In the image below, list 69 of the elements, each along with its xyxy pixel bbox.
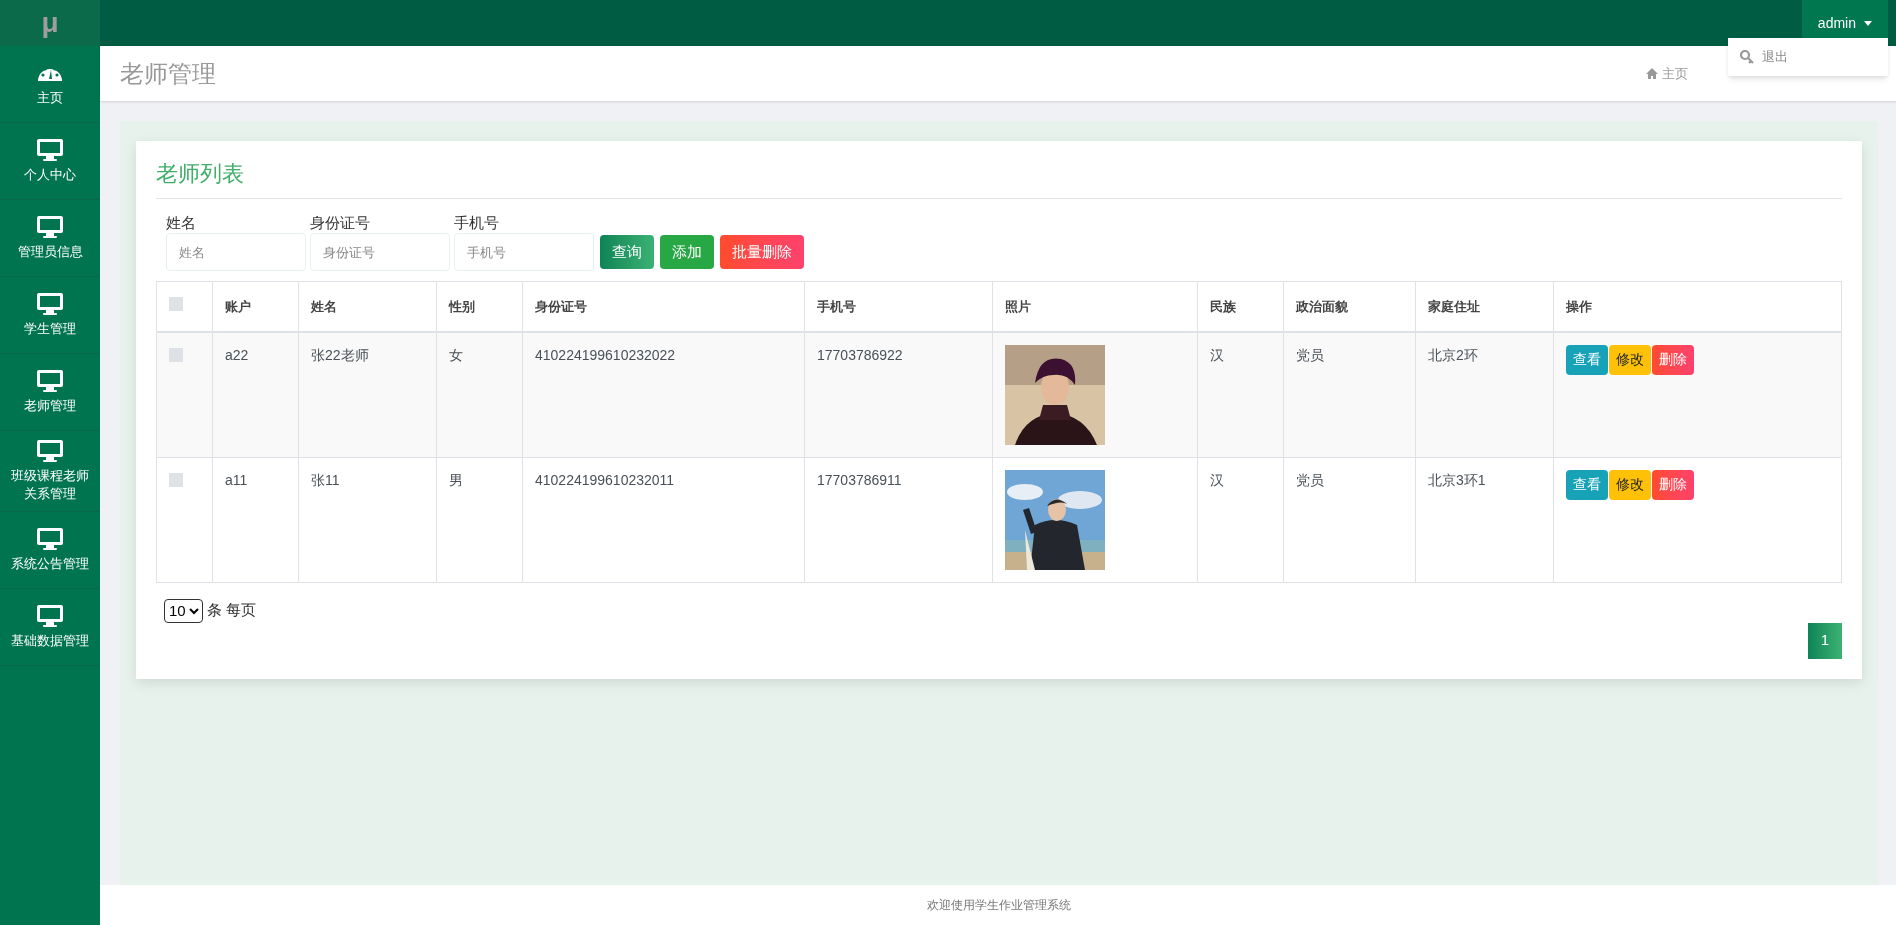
footer-text: 欢迎使用学生作业管理系统 xyxy=(927,897,1071,914)
column-header: 民族 xyxy=(1210,298,1236,314)
table-cell: 党员 xyxy=(1296,471,1324,488)
caret-icon xyxy=(1864,20,1872,26)
checkbox[interactable] xyxy=(169,296,183,311)
sidebar-item[interactable]: 系统公告管理 xyxy=(0,512,100,589)
sidebar-item[interactable]: 班级课程老师关系管理 xyxy=(0,431,100,512)
table-cell: a11 xyxy=(225,471,248,488)
column-header: 手机号 xyxy=(817,298,856,314)
monitor-icon xyxy=(36,604,64,628)
sidebar-item[interactable]: 基础数据管理 xyxy=(0,589,100,666)
table-cell: 党员 xyxy=(1296,346,1324,363)
column-header: 姓名 xyxy=(311,298,337,314)
sidebar-item[interactable]: 学生管理 xyxy=(0,277,100,354)
sidebar-item[interactable]: 老师管理 xyxy=(0,354,100,431)
table-cell: 北京2环 xyxy=(1428,346,1478,363)
checkbox[interactable] xyxy=(169,347,183,362)
row-action-button[interactable]: 删除 xyxy=(1652,469,1694,500)
table-cell: a22 xyxy=(225,346,249,363)
monitor-icon xyxy=(36,527,64,551)
action-button[interactable]: 查询 xyxy=(600,235,654,269)
table-cell: 410224199610232011 xyxy=(535,471,675,488)
table-cell: 17703786922 xyxy=(817,346,903,363)
row-action-button[interactable]: 查看 xyxy=(1566,469,1608,500)
monitor-icon xyxy=(36,138,64,162)
page-title: 老师管理 xyxy=(120,58,216,89)
card-title: 老师列表 xyxy=(156,157,1842,199)
table-cell: 17703786911 xyxy=(817,471,902,488)
field-label: 身份证号 xyxy=(310,213,371,233)
table-cell: 汉 xyxy=(1210,346,1224,363)
table-cell: 张11 xyxy=(311,471,340,488)
table-cell: 女 xyxy=(449,346,463,363)
table-cell: 410224199610232022 xyxy=(535,346,676,363)
table-cell: 北京3环1 xyxy=(1428,471,1486,488)
column-header: 政治面貌 xyxy=(1296,298,1348,314)
home-icon xyxy=(1646,68,1658,79)
action-button[interactable]: 批量删除 xyxy=(720,235,804,269)
monitor-icon xyxy=(36,215,64,239)
monitor-icon xyxy=(36,369,64,393)
input-field[interactable]: 身份证号 xyxy=(310,233,450,271)
menu-item[interactable]: 退出 xyxy=(1728,46,1888,68)
action-button[interactable]: 添加 xyxy=(660,235,714,269)
monitor-icon xyxy=(36,439,64,463)
input-field[interactable]: 手机号 xyxy=(454,233,594,271)
breadcrumb-link[interactable]: 主页 xyxy=(1646,63,1688,84)
monitor-icon xyxy=(36,292,64,316)
field-label: 姓名 xyxy=(166,213,197,233)
checkbox[interactable] xyxy=(169,472,183,487)
row-action-button[interactable]: 修改 xyxy=(1609,344,1651,375)
page-size-select[interactable]: 10 xyxy=(164,598,203,623)
input-field[interactable]: 姓名 xyxy=(166,233,306,271)
column-header: 性别 xyxy=(449,298,475,314)
column-header: 身份证号 xyxy=(535,298,587,314)
table-cell: 汉 xyxy=(1210,471,1224,488)
column-header: 账户 xyxy=(225,298,251,314)
logo: μ xyxy=(0,0,100,46)
row-action-button[interactable]: 查看 xyxy=(1566,344,1608,375)
field-label: 手机号 xyxy=(454,213,500,233)
page-size-label: 条 每页 xyxy=(207,600,257,621)
column-header: 照片 xyxy=(1005,298,1031,314)
row-action-button[interactable]: 修改 xyxy=(1609,469,1651,500)
table-cell: 男 xyxy=(449,471,463,488)
column-header: 家庭住址 xyxy=(1428,298,1480,314)
column-header: 操作 xyxy=(1566,298,1592,314)
sidebar-item[interactable]: 管理员信息 xyxy=(0,200,100,277)
table-cell: 张22老师 xyxy=(311,346,369,363)
page-button[interactable]: 1 xyxy=(1808,622,1842,659)
sidebar-item[interactable]: 个人中心 xyxy=(0,123,100,200)
row-action-button[interactable]: 删除 xyxy=(1652,344,1694,375)
